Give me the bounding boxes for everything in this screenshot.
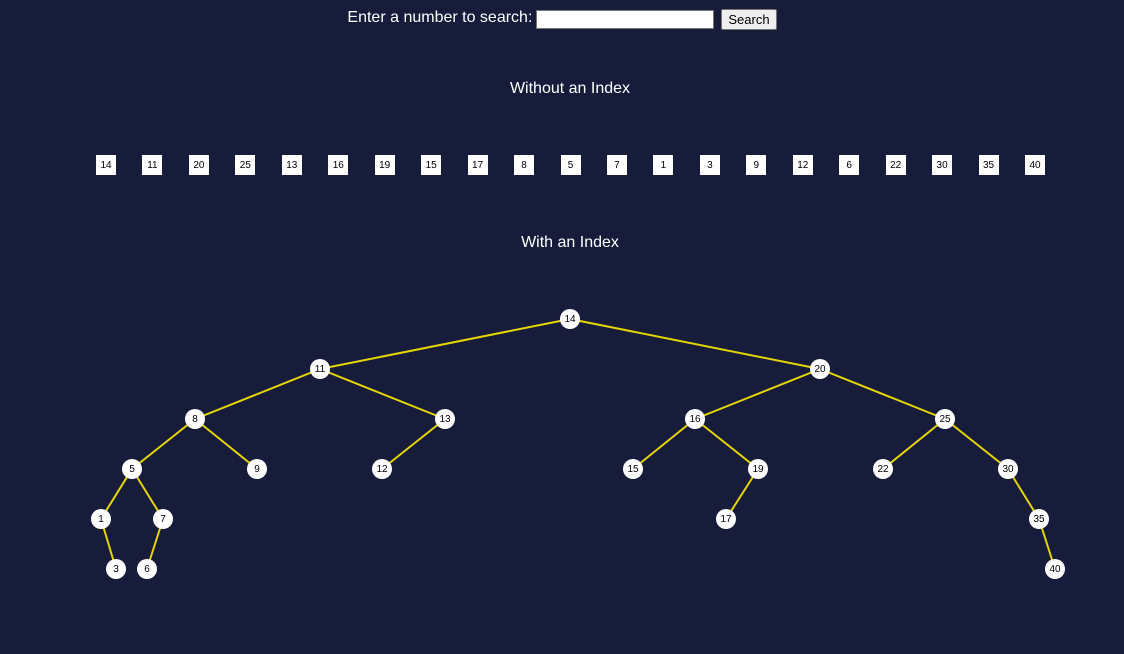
array-cell: 11: [142, 155, 163, 175]
search-button[interactable]: Search: [721, 8, 777, 30]
tree-node: 16: [685, 409, 705, 429]
array-cell: 8: [514, 155, 535, 175]
search-input[interactable]: [536, 9, 715, 29]
tree-edges: [100, 318, 1056, 570]
tree-node: 35: [1029, 509, 1049, 529]
array-cell: 35: [978, 155, 999, 175]
array-cell: 40: [1025, 155, 1045, 175]
tree-node: 22: [873, 459, 893, 479]
tree-node: 20: [810, 359, 830, 379]
tree-edge: [131, 418, 196, 470]
with-index-title: With an Index: [521, 234, 619, 251]
tree-edge: [569, 318, 821, 370]
tree-node: 1: [91, 509, 111, 529]
array-cell: 13: [281, 155, 302, 175]
array-cell: 1: [653, 155, 674, 175]
array-cell: 3: [699, 155, 720, 175]
tree-node: 13: [435, 409, 455, 429]
array-cell: 30: [932, 155, 953, 175]
unindexed-array: 14 11 20 25 13 16 19 15 17 8 5 7 1 3 9 12 6 22 30 35 40: [0, 155, 1124, 175]
tree-node: 9: [247, 459, 267, 479]
tree-node: 17: [716, 509, 736, 529]
search-label: Enter a number to search:: [347, 9, 533, 26]
tree-node: 11: [310, 359, 330, 379]
array-cell: 7: [606, 155, 627, 175]
without-index-title: Without an Index: [509, 80, 631, 97]
array-cell: 25: [235, 155, 256, 175]
tree-node: 8: [185, 409, 205, 429]
array-cell: 5: [560, 155, 581, 175]
tree-node: 3: [106, 559, 126, 579]
tree-edge: [944, 418, 1009, 470]
tree-node: 7: [153, 509, 173, 529]
array-cell: 19: [374, 155, 395, 175]
tree-node: 12: [372, 459, 392, 479]
array-cell: 17: [467, 155, 488, 175]
tree-edge: [381, 418, 446, 470]
array-cell: 15: [421, 155, 442, 175]
app-root: Enter a number to search: Search Without…: [0, 0, 1124, 654]
array-cell: 14: [96, 155, 116, 175]
tree-edge: [632, 418, 696, 470]
tree-edge: [319, 318, 571, 370]
tree-node: 15: [623, 459, 643, 479]
tree-node: 14: [560, 309, 580, 329]
tree-node: 19: [748, 459, 768, 479]
array-cell: 20: [188, 155, 209, 175]
tree-node: 5: [122, 459, 142, 479]
tree-edge: [694, 368, 821, 420]
tree-edge: [194, 368, 321, 420]
array-cell: 6: [839, 155, 860, 175]
tree-node: 6: [137, 559, 157, 579]
search-bar: Enter a number to search: Search: [0, 7, 1124, 31]
tree-node: 40: [1045, 559, 1065, 579]
tree-edge: [194, 418, 258, 470]
tree-edge: [694, 418, 759, 470]
array-cell: 16: [328, 155, 349, 175]
tree-edge: [882, 418, 946, 470]
array-cell: 9: [746, 155, 767, 175]
array-cell: 22: [885, 155, 906, 175]
tree-edge: [319, 368, 446, 420]
tree-node: 25: [935, 409, 955, 429]
array-cell: 12: [792, 155, 813, 175]
tree-edge: [819, 368, 946, 420]
tree-node: 30: [998, 459, 1018, 479]
